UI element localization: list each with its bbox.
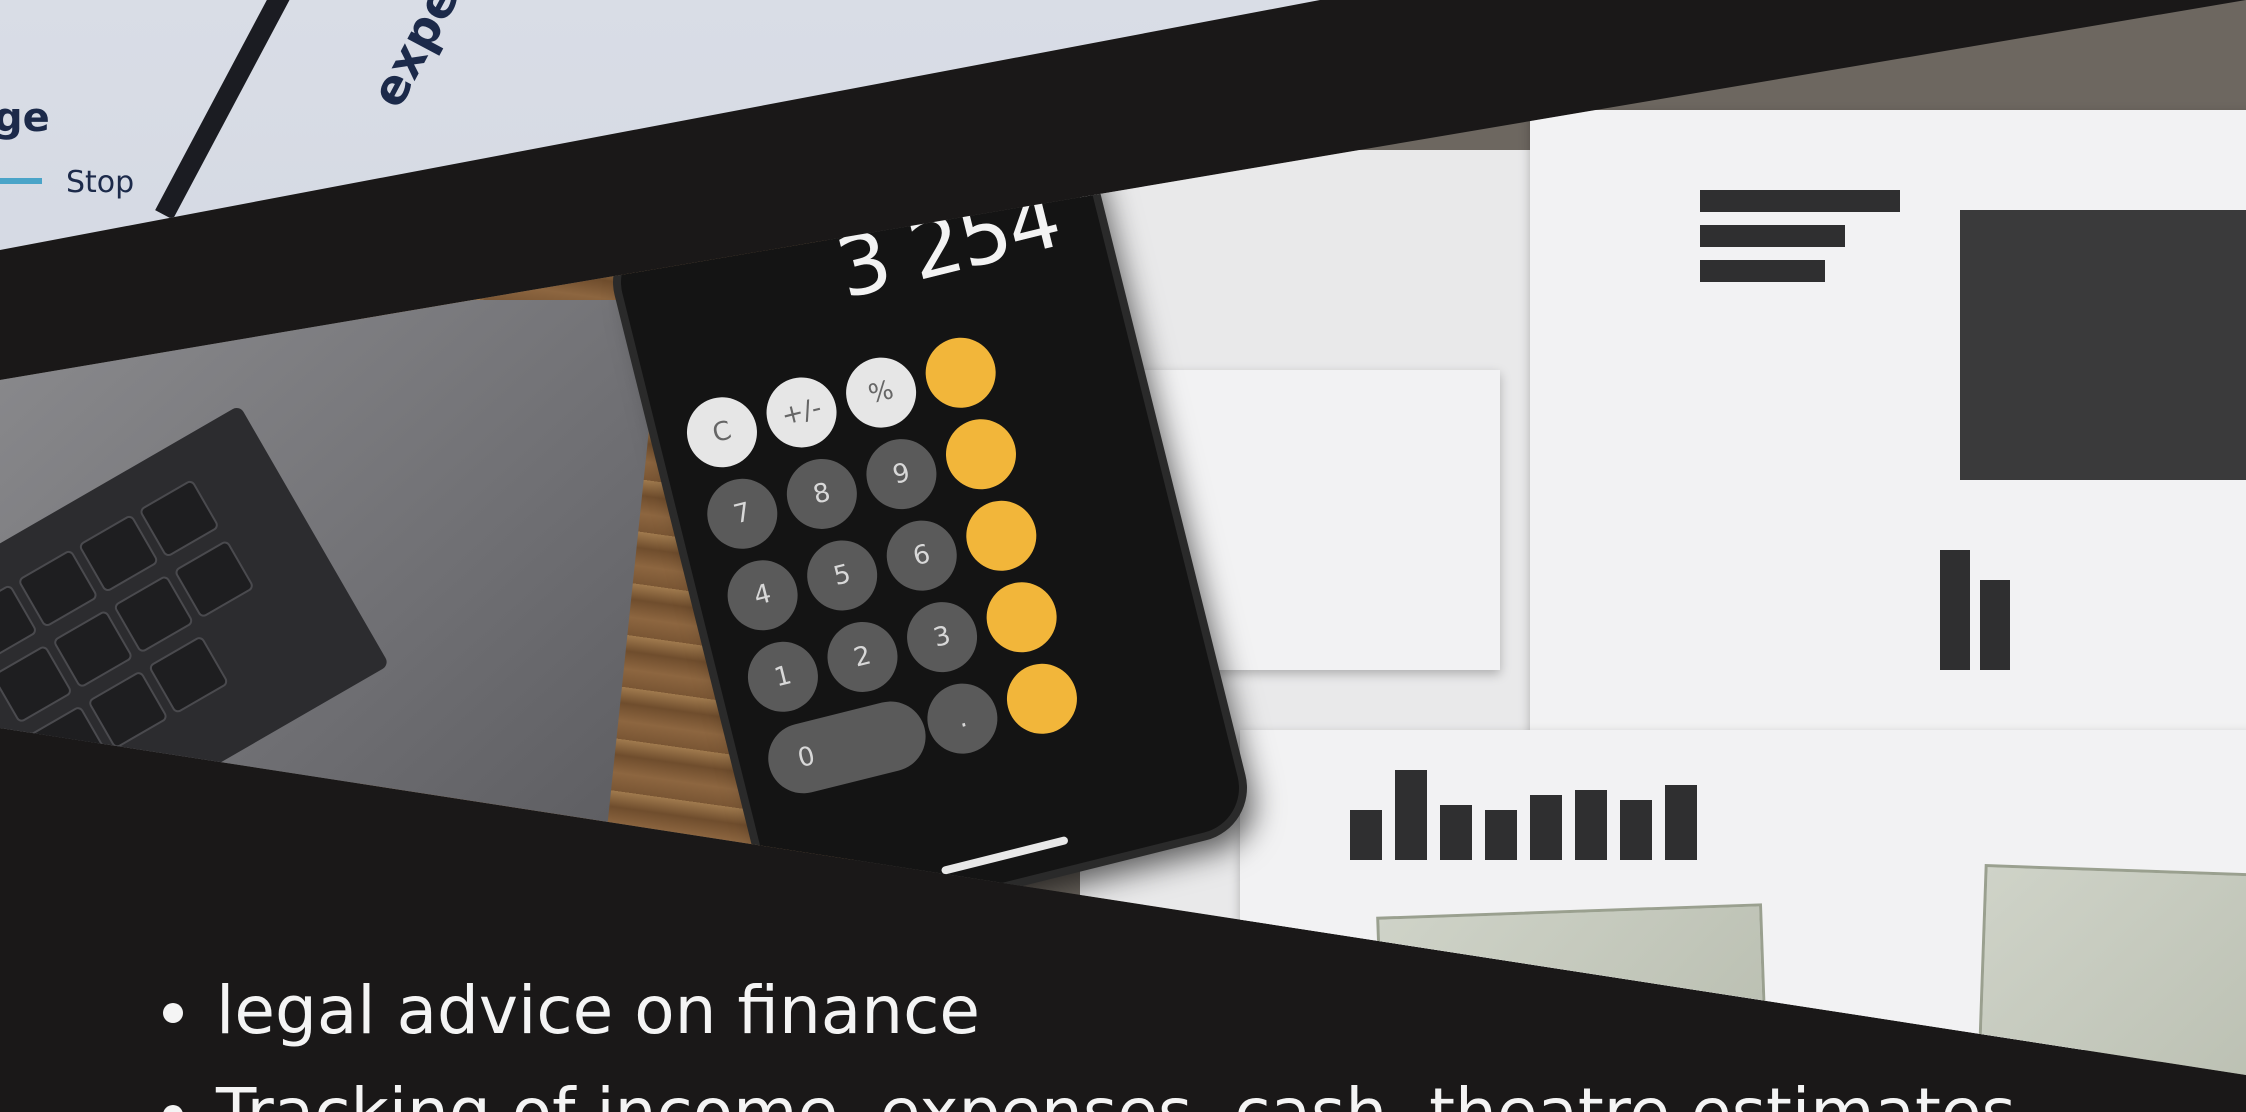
finance-photo: ge Stop expec 3 254 C +/- % 7 8 9 4 5 6 … — [0, 0, 2246, 1112]
vbar — [1980, 580, 2010, 670]
percent-button: % — [838, 350, 924, 436]
pen-stripe — [155, 0, 295, 220]
digit-button: 9 — [858, 431, 944, 517]
partial-word-expec: expec — [360, 0, 485, 117]
bullet-item: legal advice on finance — [210, 960, 2246, 1062]
vbar — [1940, 550, 1970, 670]
hbar — [1700, 260, 1825, 282]
dark-chart-panel — [1960, 210, 2246, 480]
vbar — [1350, 810, 1382, 860]
digit-button: 4 — [720, 552, 806, 638]
equals-button — [999, 656, 1085, 742]
home-indicator — [940, 835, 1069, 876]
hbar — [1700, 225, 1845, 247]
calculator-display: 3 254 — [827, 171, 1069, 318]
vbar — [1530, 795, 1562, 860]
legend-line — [0, 178, 42, 184]
vbar — [1575, 790, 1607, 860]
digit-button: 5 — [799, 533, 885, 618]
digit-button: 2 — [820, 614, 905, 700]
plus-button — [979, 574, 1065, 660]
report-papers — [1080, 110, 2246, 1075]
digit-button: 7 — [699, 471, 785, 557]
decimal-button: . — [919, 676, 1005, 762]
vbar — [1665, 785, 1697, 860]
slide-content: legal advice on finance Tracking of inco… — [0, 960, 2246, 1112]
vbar — [1485, 810, 1517, 860]
divide-button — [918, 330, 1004, 416]
vbar — [1395, 770, 1427, 860]
slide-page: ge Stop expec 3 254 C +/- % 7 8 9 4 5 6 … — [0, 0, 2246, 1112]
minus-button — [958, 493, 1044, 579]
multiply-button — [938, 411, 1024, 497]
stop-label: Stop — [66, 165, 135, 200]
digit-button: 6 — [879, 513, 965, 599]
hbar — [1700, 190, 1900, 212]
clear-button: C — [679, 389, 765, 475]
vbar — [1440, 805, 1472, 860]
vbar — [1620, 800, 1652, 860]
digit-button: 8 — [779, 451, 865, 537]
digit-button: 1 — [740, 634, 826, 720]
digit-button: 3 — [899, 594, 985, 680]
report-document — [1530, 110, 2246, 810]
partial-word-ge: ge — [0, 95, 50, 141]
bullet-item: Tracking of income, expenses, cash, thea… — [210, 1062, 2246, 1112]
bullet-list: legal advice on finance Tracking of inco… — [0, 960, 2246, 1112]
sign-button: +/- — [759, 370, 844, 455]
